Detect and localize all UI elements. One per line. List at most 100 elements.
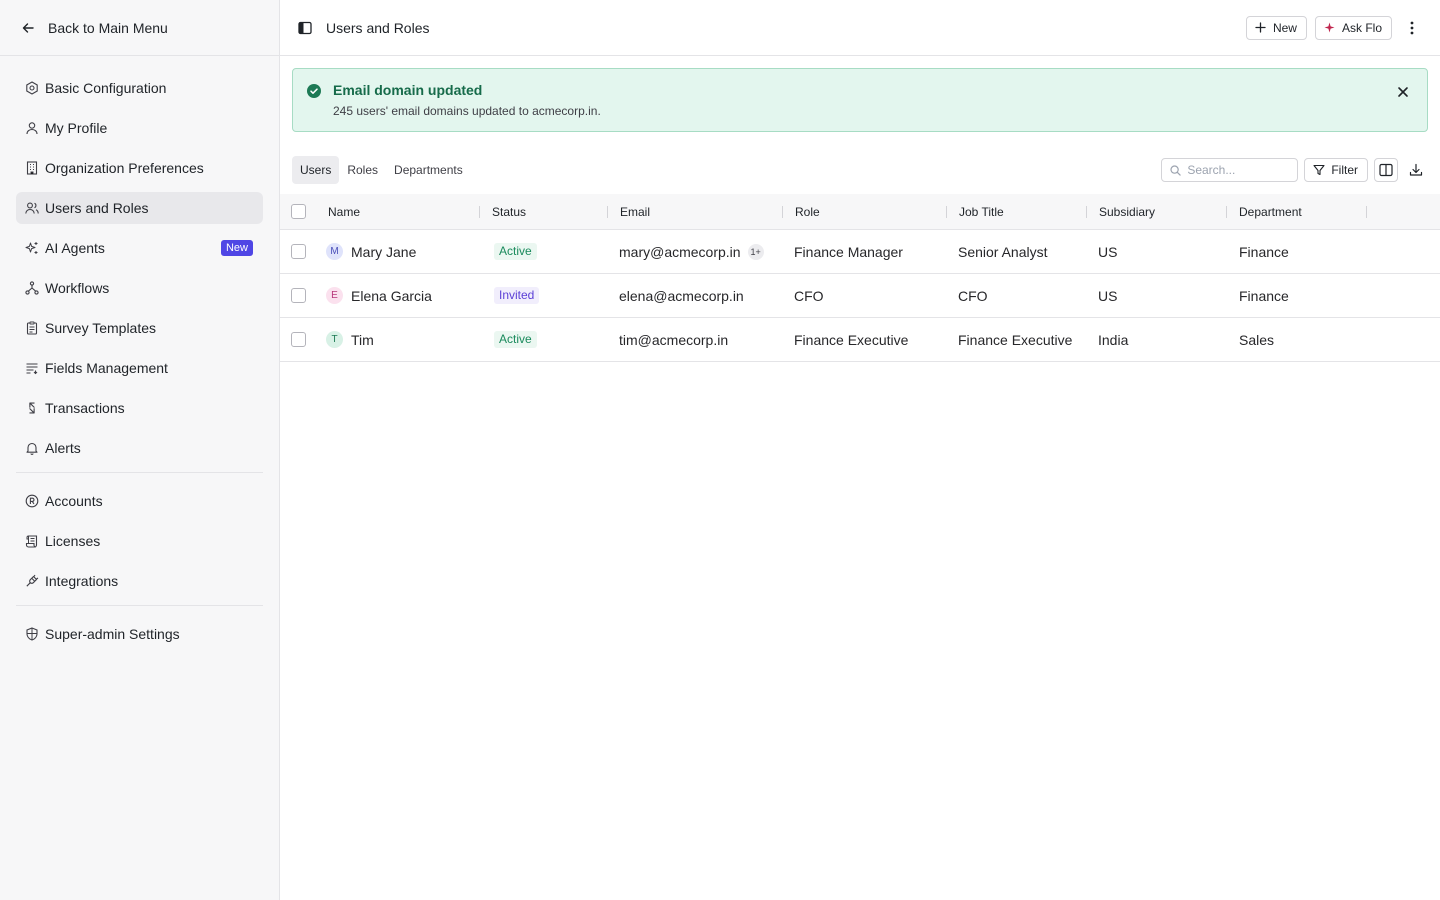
back-to-main-menu-button[interactable]: Back to Main Menu	[0, 0, 279, 56]
plus-icon	[1255, 22, 1267, 34]
main-content: Users and Roles New Ask Flo Email domain…	[280, 0, 1440, 900]
table-row[interactable]: T Tim Active tim@acmecorp.in Finance Executi…	[280, 318, 1440, 362]
columns-icon	[1379, 163, 1393, 177]
sidebar-item-organization-preferences[interactable]: Organization Preferences	[16, 152, 263, 184]
sidebar-item-transactions[interactable]: Transactions	[16, 392, 263, 424]
sidebar-item-basic-configuration[interactable]: Basic Configuration	[16, 72, 263, 104]
new-button[interactable]: New	[1245, 15, 1307, 40]
email-value: mary@acmecorp.in	[619, 243, 741, 260]
sidebar-item-label: Licenses	[45, 533, 101, 549]
tab-roles[interactable]: Roles	[339, 156, 386, 184]
role-cell: Finance Executive	[794, 331, 909, 348]
search-box[interactable]	[1161, 158, 1299, 182]
sidebar-item-fields-management[interactable]: Fields Management	[16, 352, 263, 384]
filter-button-label: Filter	[1331, 163, 1358, 177]
extra-emails-badge[interactable]: 1+	[747, 243, 764, 260]
sidebar-item-label: Organization Preferences	[45, 160, 204, 176]
tab-list: Users Roles Departments	[292, 156, 1161, 184]
row-select-cell	[280, 274, 316, 317]
sidebar-item-users-and-roles[interactable]: Users and Roles	[16, 192, 263, 224]
user-icon	[25, 121, 39, 135]
ask-flo-button[interactable]: Ask Flo	[1314, 15, 1392, 40]
download-button[interactable]	[1404, 158, 1428, 182]
bell-icon	[25, 441, 39, 455]
filter-icon	[1313, 164, 1325, 176]
sidebar-item-label: AI Agents	[45, 240, 105, 256]
select-all-checkbox[interactable]	[290, 204, 306, 219]
sidebar-item-integrations[interactable]: Integrations	[16, 565, 263, 597]
sidebar-item-label: Survey Templates	[45, 320, 157, 336]
column-header-name[interactable]: Name	[316, 194, 480, 229]
sidebar-item-label: Integrations	[45, 573, 119, 589]
row-checkbox[interactable]	[290, 288, 306, 303]
sidebar-item-super-admin-settings[interactable]: Super-admin Settings	[16, 618, 263, 650]
new-button-label: New	[1272, 20, 1297, 35]
users-icon	[25, 201, 39, 215]
row-filler	[1367, 274, 1440, 317]
status-badge: Active	[494, 243, 537, 260]
department-cell: Finance	[1239, 243, 1289, 260]
table-header: Name Status Email Role Job Title Subsidiary De…	[280, 194, 1440, 230]
sidebar-item-alerts[interactable]: Alerts	[16, 432, 263, 464]
subsidiary-cell: US	[1098, 287, 1118, 304]
workflow-icon	[25, 281, 39, 295]
sidebar-item-ai-agents[interactable]: AI Agents New	[16, 232, 263, 264]
download-icon	[1409, 163, 1423, 176]
sparkle-icon	[1324, 22, 1336, 34]
tab-departments[interactable]: Departments	[386, 156, 471, 184]
ask-flo-button-label: Ask Flo	[1341, 20, 1382, 35]
user-name[interactable]: Elena Garcia	[351, 288, 432, 304]
avatar: M	[326, 243, 343, 260]
clipboard-icon	[25, 321, 39, 335]
filter-button[interactable]: Filter	[1304, 158, 1368, 182]
sidebar-item-label: Basic Configuration	[45, 80, 167, 96]
columns-toggle-button[interactable]	[1374, 158, 1398, 182]
table-row[interactable]: M Mary Jane Active mary@acmecorp.in 1+ Financ…	[280, 230, 1440, 274]
sidebar: Back to Main Menu Basic Configuration My …	[0, 0, 280, 900]
sidebar-item-accounts[interactable]: Accounts	[16, 485, 263, 517]
status-badge: Active	[494, 331, 537, 348]
shield-icon	[25, 627, 39, 641]
column-header-subsidiary[interactable]: Subsidiary	[1087, 194, 1227, 229]
sidebar-item-licenses[interactable]: Licenses	[16, 525, 263, 557]
job-title-cell: Finance Executive	[958, 331, 1073, 348]
sidebar-nav: Basic Configuration My Profile Organizatio…	[0, 56, 279, 658]
role-cell: Finance Manager	[794, 243, 903, 260]
sidebar-item-label: Alerts	[45, 440, 81, 456]
search-input[interactable]	[1187, 163, 1288, 177]
sidebar-item-my-profile[interactable]: My Profile	[16, 112, 263, 144]
row-checkbox[interactable]	[290, 332, 306, 347]
row-checkbox[interactable]	[290, 244, 306, 259]
table-toolbar: UsersRolesDepartments Filter	[280, 156, 1440, 184]
more-options-icon[interactable]	[1400, 16, 1424, 40]
column-header-status[interactable]: Status	[480, 194, 608, 229]
subsidiary-cell: India	[1098, 331, 1129, 348]
list-filter-icon	[25, 361, 39, 375]
user-name[interactable]: Tim	[351, 332, 374, 348]
sidebar-item-survey-templates[interactable]: Survey Templates	[16, 312, 263, 344]
sparkles-icon	[25, 241, 39, 255]
back-label: Back to Main Menu	[48, 19, 168, 36]
status-badge: Invited	[494, 287, 540, 304]
subsidiary-cell: US	[1098, 243, 1118, 260]
sidebar-divider	[16, 605, 263, 606]
user-name[interactable]: Mary Jane	[351, 244, 416, 260]
row-filler	[1367, 230, 1440, 273]
job-title-cell: Senior Analyst	[958, 243, 1048, 260]
close-icon[interactable]	[1397, 85, 1411, 99]
top-bar: Users and Roles New Ask Flo	[280, 0, 1440, 56]
tab-users[interactable]: Users	[292, 156, 340, 184]
column-header-email[interactable]: Email	[608, 194, 783, 229]
settings-icon	[25, 81, 39, 95]
table-row[interactable]: E Elena Garcia Invited elena@acmecorp.in CFO…	[280, 274, 1440, 318]
row-select-cell	[280, 230, 316, 273]
arrow-left-icon	[22, 21, 36, 35]
building-icon	[25, 161, 39, 175]
sidebar-toggle-icon[interactable]	[298, 20, 314, 36]
column-header-department[interactable]: Department	[1227, 194, 1367, 229]
sidebar-item-workflows[interactable]: Workflows	[16, 272, 263, 304]
success-toast: Email domain updated 245 users' email do…	[292, 68, 1428, 132]
column-header-job-title[interactable]: Job Title	[947, 194, 1087, 229]
column-header-role[interactable]: Role	[783, 194, 947, 229]
email-cell: elena@acmecorp.in	[608, 274, 783, 317]
